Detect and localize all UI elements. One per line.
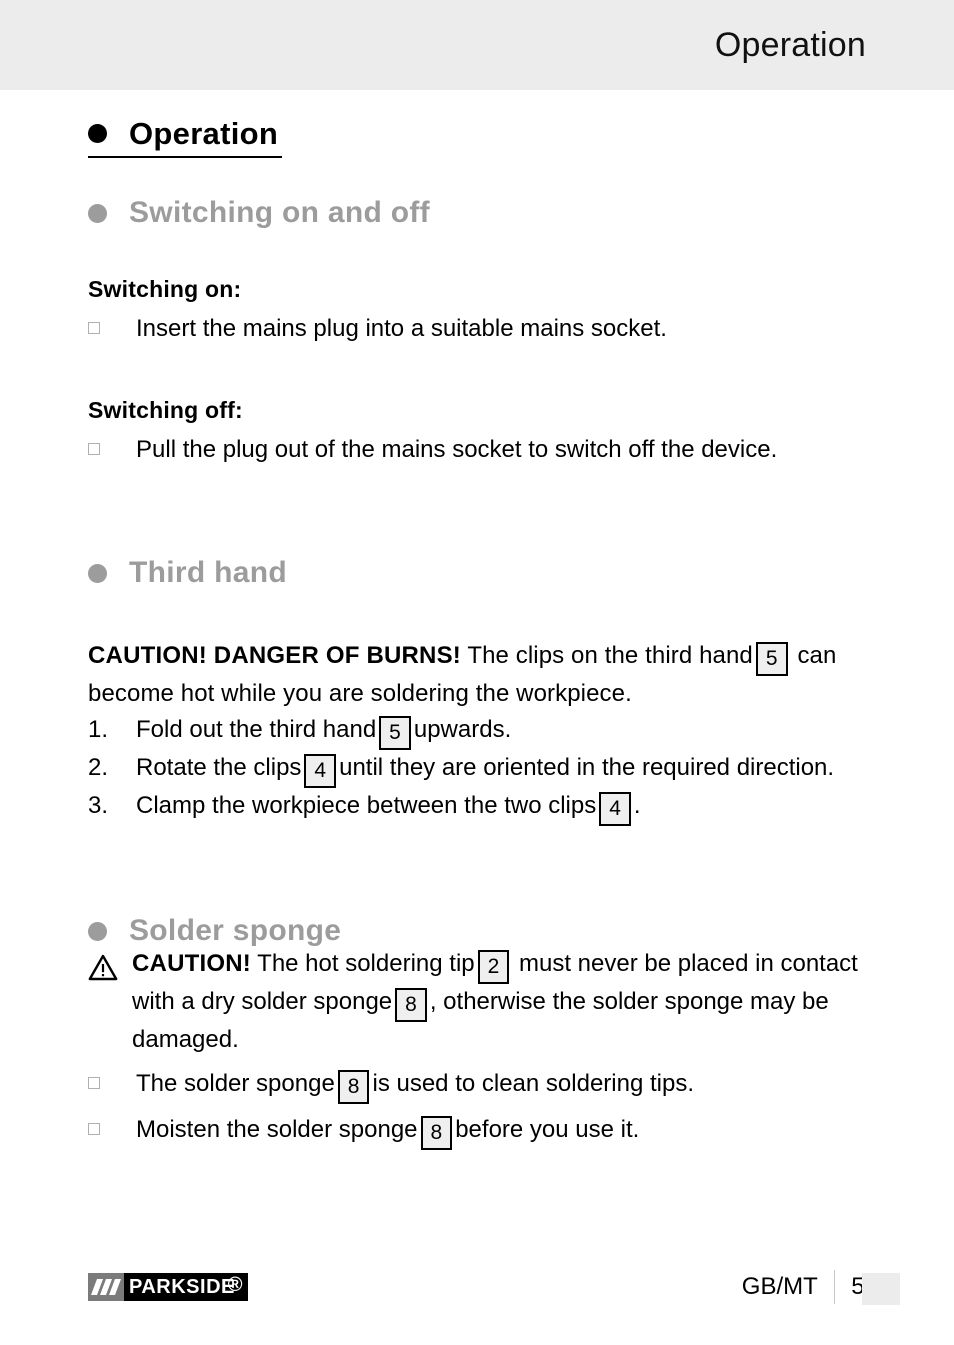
reference-box: 4 bbox=[304, 754, 337, 788]
page-content: Operation Switching on and off Switching… bbox=[88, 90, 878, 1150]
warning-triangle-icon bbox=[88, 946, 132, 986]
bullet-text-after: is used to clean soldering tips. bbox=[372, 1070, 694, 1097]
square-bullet-icon bbox=[88, 1066, 136, 1089]
section-heading-third-hand: Third hand bbox=[88, 558, 287, 588]
bullet-text-after: before you use it. bbox=[455, 1116, 640, 1143]
caution-text: The clips on the third hand bbox=[467, 642, 753, 669]
list-number: 3. bbox=[88, 792, 109, 819]
step-text-after: until they are oriented in the required … bbox=[339, 754, 835, 781]
section-heading-switching: Switching on and off bbox=[88, 198, 430, 228]
section-heading-solder-sponge: Solder sponge bbox=[88, 916, 341, 946]
list-item: Insert the mains plug into a suitable ma… bbox=[88, 311, 878, 347]
reference-box: 4 bbox=[599, 792, 631, 826]
bullet-dot-icon bbox=[88, 203, 107, 223]
bullet-dot-icon bbox=[88, 921, 107, 941]
list-item-text: Clamp the workpiece between the two clip… bbox=[136, 788, 878, 826]
footer-gray-block bbox=[862, 1273, 900, 1305]
list-item-text: The solder sponge 8 is used to clean solde… bbox=[136, 1066, 878, 1104]
section-heading-switching-label: Switching on and off bbox=[129, 196, 430, 229]
list-item: The solder sponge 8 is used to clean solde… bbox=[88, 1066, 878, 1104]
caution-paragraph-third-hand: CAUTION! DANGER OF BURNS! The clips on t… bbox=[88, 638, 878, 712]
list-item-text: Pull the plug out of the mains socket to… bbox=[136, 436, 778, 463]
page-footer: PARKSIDE ® GB/MT 55 bbox=[88, 1255, 954, 1345]
reference-box: 8 bbox=[395, 988, 427, 1022]
square-bullet-icon bbox=[88, 311, 136, 334]
list-number: 1. bbox=[88, 716, 109, 743]
numbered-list-item: 1. Fold out the third hand 5 upwards. bbox=[88, 712, 878, 750]
step-text-before: Fold out the third hand bbox=[136, 716, 377, 743]
caution-label: CAUTION! bbox=[132, 950, 251, 977]
bullet-text-before: The solder sponge bbox=[136, 1070, 335, 1097]
caution-text: The hot soldering tip bbox=[257, 950, 475, 977]
caution-label: CAUTION! DANGER OF BURNS! bbox=[88, 642, 461, 669]
reference-box: 8 bbox=[420, 1116, 453, 1150]
list-item: Moisten the solder sponge 8 before you use… bbox=[88, 1112, 878, 1150]
section-heading-solder-sponge-label: Solder sponge bbox=[129, 914, 342, 947]
section-heading-third-hand-label: Third hand bbox=[129, 556, 287, 589]
numbered-list-item: 3. Clamp the workpiece between the two c… bbox=[88, 788, 878, 826]
subheading-switching-on: Switching on: bbox=[88, 276, 242, 302]
square-bullet-icon bbox=[88, 1112, 136, 1135]
step-text-before: Clamp the workpiece between the two clip… bbox=[136, 792, 597, 819]
list-item-text: Fold out the third hand 5 upwards. bbox=[136, 712, 878, 750]
step-text-after: upwards. bbox=[413, 716, 512, 743]
list-item-text: Moisten the solder sponge 8 before you use… bbox=[136, 1112, 878, 1150]
logo-slashes-icon bbox=[88, 1273, 124, 1301]
step-text-after: . bbox=[633, 792, 641, 819]
running-header: Operation bbox=[0, 0, 954, 90]
numbered-list-item: 2. Rotate the clips 4 until they are orien… bbox=[88, 750, 878, 788]
reference-box: 8 bbox=[337, 1070, 370, 1104]
subheading-switching-off: Switching off: bbox=[88, 397, 243, 423]
section-heading-operation-label: Operation bbox=[129, 116, 279, 151]
parkside-logo: PARKSIDE ® bbox=[88, 1273, 248, 1301]
footer-language-code: GB/MT bbox=[741, 1273, 818, 1300]
list-number: 2. bbox=[88, 754, 109, 781]
list-item-text: Rotate the clips 4 until they are oriented… bbox=[136, 750, 878, 788]
caution-body-text: CAUTION! The hot soldering tip 2 must nev… bbox=[132, 946, 878, 1058]
footer-divider bbox=[833, 1270, 836, 1304]
list-item: Pull the plug out of the mains socket to… bbox=[88, 432, 878, 468]
reference-box: 2 bbox=[477, 950, 510, 984]
square-bullet-icon bbox=[88, 432, 136, 455]
step-text-before: Rotate the clips bbox=[136, 754, 302, 781]
reference-box: 5 bbox=[755, 642, 788, 676]
logo-wordmark-text: PARKSIDE bbox=[129, 1276, 235, 1298]
section-heading-operation: Operation bbox=[88, 116, 283, 158]
bullet-dot-icon bbox=[88, 124, 107, 143]
running-header-title: Operation bbox=[714, 26, 866, 64]
registered-trademark-icon: ® bbox=[227, 1274, 243, 1296]
reference-box: 5 bbox=[379, 716, 411, 750]
bullet-text-before: Moisten the solder sponge bbox=[136, 1116, 418, 1143]
list-item-text: Insert the mains plug into a suitable ma… bbox=[136, 315, 667, 342]
caution-paragraph-solder-sponge: CAUTION! The hot soldering tip 2 must nev… bbox=[88, 946, 878, 1058]
logo-wordmark: PARKSIDE ® bbox=[124, 1273, 248, 1301]
bullet-dot-icon bbox=[88, 563, 107, 583]
footer-page-info: GB/MT 55 bbox=[741, 1270, 878, 1304]
